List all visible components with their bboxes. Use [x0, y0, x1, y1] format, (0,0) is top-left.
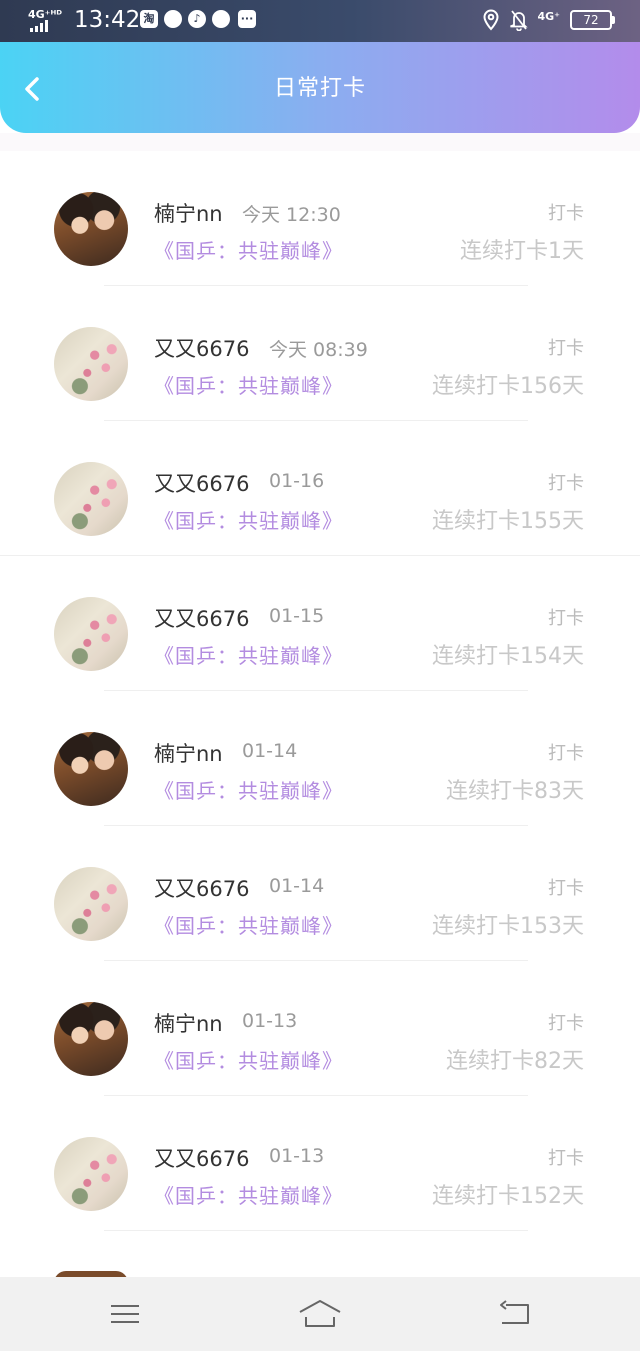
streak-count: 连续打卡82天	[446, 1049, 584, 1074]
battery-icon: 72	[570, 10, 615, 30]
checkin-tag: 打卡	[548, 203, 584, 224]
user-name[interactable]: 又又6676	[154, 603, 249, 633]
notification-icons: 淘 ♪ ···	[140, 10, 256, 28]
user-name[interactable]: 楠宁nn	[154, 1008, 223, 1038]
checkin-tag: 打卡	[548, 1013, 584, 1034]
streak-count: 连续打卡156天	[432, 374, 584, 399]
page-header: 日常打卡	[0, 42, 640, 133]
avatar[interactable]	[54, 1137, 128, 1211]
list-item[interactable]: 又又6676 01-15 《国乒：共驻巅峰》 打卡 连续打卡154天	[0, 556, 640, 691]
book-title[interactable]: 《国乒：共驻巅峰》	[154, 910, 343, 939]
music-icon: ♪	[188, 10, 206, 28]
list-item[interactable]: 又又6676 今天 08:39 《国乒：共驻巅峰》 打卡 连续打卡156天	[0, 286, 640, 421]
streak-count: 连续打卡152天	[432, 1184, 584, 1209]
user-name[interactable]: 楠宁nn	[154, 738, 223, 768]
checkin-tag: 打卡	[548, 338, 584, 359]
home-icon[interactable]	[298, 1297, 342, 1331]
book-title[interactable]: 《国乒：共驻巅峰》	[154, 1045, 343, 1074]
streak-count: 连续打卡1天	[460, 239, 584, 264]
page-title: 日常打卡	[273, 76, 366, 101]
message-icon	[212, 10, 230, 28]
book-title[interactable]: 《国乒：共驻巅峰》	[154, 775, 343, 804]
book-title[interactable]: 《国乒：共驻巅峰》	[154, 640, 343, 669]
checkin-time: 今天 08:39	[269, 339, 368, 361]
menu-icon[interactable]	[105, 1297, 145, 1331]
user-name[interactable]: 又又6676	[154, 468, 249, 498]
checkin-time: 01-13	[242, 1010, 298, 1032]
streak-count: 连续打卡83天	[446, 779, 584, 804]
list-item[interactable]: 楠宁nn 01-13 《国乒：共驻巅峰》 打卡 连续打卡82天	[0, 961, 640, 1096]
avatar[interactable]	[54, 462, 128, 536]
divider	[104, 1230, 528, 1231]
checkin-list: 楠宁nn 今天 12:30 《国乒：共驻巅峰》 打卡 连续打卡1天 又又6676…	[0, 151, 640, 1231]
location-icon	[482, 9, 499, 31]
checkin-tag: 打卡	[548, 1148, 584, 1169]
checkin-time: 01-14	[242, 740, 298, 762]
list-item[interactable]: 又又6676 01-14 《国乒：共驻巅峰》 打卡 连续打卡153天	[0, 826, 640, 961]
signal-icon	[30, 20, 48, 32]
book-title[interactable]: 《国乒：共驻巅峰》	[154, 1180, 343, 1209]
book-title[interactable]: 《国乒：共驻巅峰》	[154, 370, 343, 399]
taobao-icon: 淘	[140, 10, 158, 28]
checkin-time: 01-15	[269, 605, 325, 627]
list-item[interactable]: 楠宁nn 01-14 《国乒：共驻巅峰》 打卡 连续打卡83天	[0, 691, 640, 826]
streak-count: 连续打卡155天	[432, 509, 584, 534]
checkin-tag: 打卡	[548, 878, 584, 899]
book-title[interactable]: 《国乒：共驻巅峰》	[154, 235, 343, 264]
list-item[interactable]: 又又6676 01-13 《国乒：共驻巅峰》 打卡 连续打卡152天	[0, 1096, 640, 1231]
streak-count: 连续打卡153天	[432, 914, 584, 939]
header-spacer	[0, 133, 640, 151]
avatar[interactable]	[54, 867, 128, 941]
user-name[interactable]: 又又6676	[154, 873, 249, 903]
avatar[interactable]	[54, 1002, 128, 1076]
checkin-time: 01-13	[269, 1145, 325, 1167]
checkin-time: 01-16	[269, 470, 325, 492]
more-notifications-icon: ···	[238, 10, 256, 28]
bell-off-icon	[509, 10, 528, 31]
status-right: 4G⁺ 72	[482, 9, 615, 31]
avatar[interactable]	[54, 597, 128, 671]
list-item[interactable]: 又又6676 01-16 《国乒：共驻巅峰》 打卡 连续打卡155天	[0, 421, 640, 556]
checkin-tag: 打卡	[548, 743, 584, 764]
checkin-tag: 打卡	[548, 608, 584, 629]
checkin-tag: 打卡	[548, 473, 584, 494]
avatar[interactable]	[54, 327, 128, 401]
streak-count: 连续打卡154天	[432, 644, 584, 669]
user-name[interactable]: 又又6676	[154, 1143, 249, 1173]
user-name[interactable]: 楠宁nn	[154, 198, 223, 228]
checkin-time: 01-14	[269, 875, 325, 897]
app-icon	[164, 10, 182, 28]
avatar[interactable]	[54, 732, 128, 806]
status-time: 13:42	[74, 7, 141, 33]
network-type: 4G⁺	[537, 9, 561, 23]
book-title[interactable]: 《国乒：共驻巅峰》	[154, 505, 343, 534]
checkin-time: 今天 12:30	[242, 204, 341, 226]
back-icon[interactable]	[496, 1297, 536, 1331]
status-bar: 4G⁺ᴴᴰ 13:42 淘 ♪ ··· 4G⁺ 72	[0, 0, 640, 42]
user-name[interactable]: 又又6676	[154, 333, 249, 363]
avatar[interactable]	[54, 192, 128, 266]
list-item[interactable]: 楠宁nn 今天 12:30 《国乒：共驻巅峰》 打卡 连续打卡1天	[0, 151, 640, 286]
system-nav-bar	[0, 1277, 640, 1351]
